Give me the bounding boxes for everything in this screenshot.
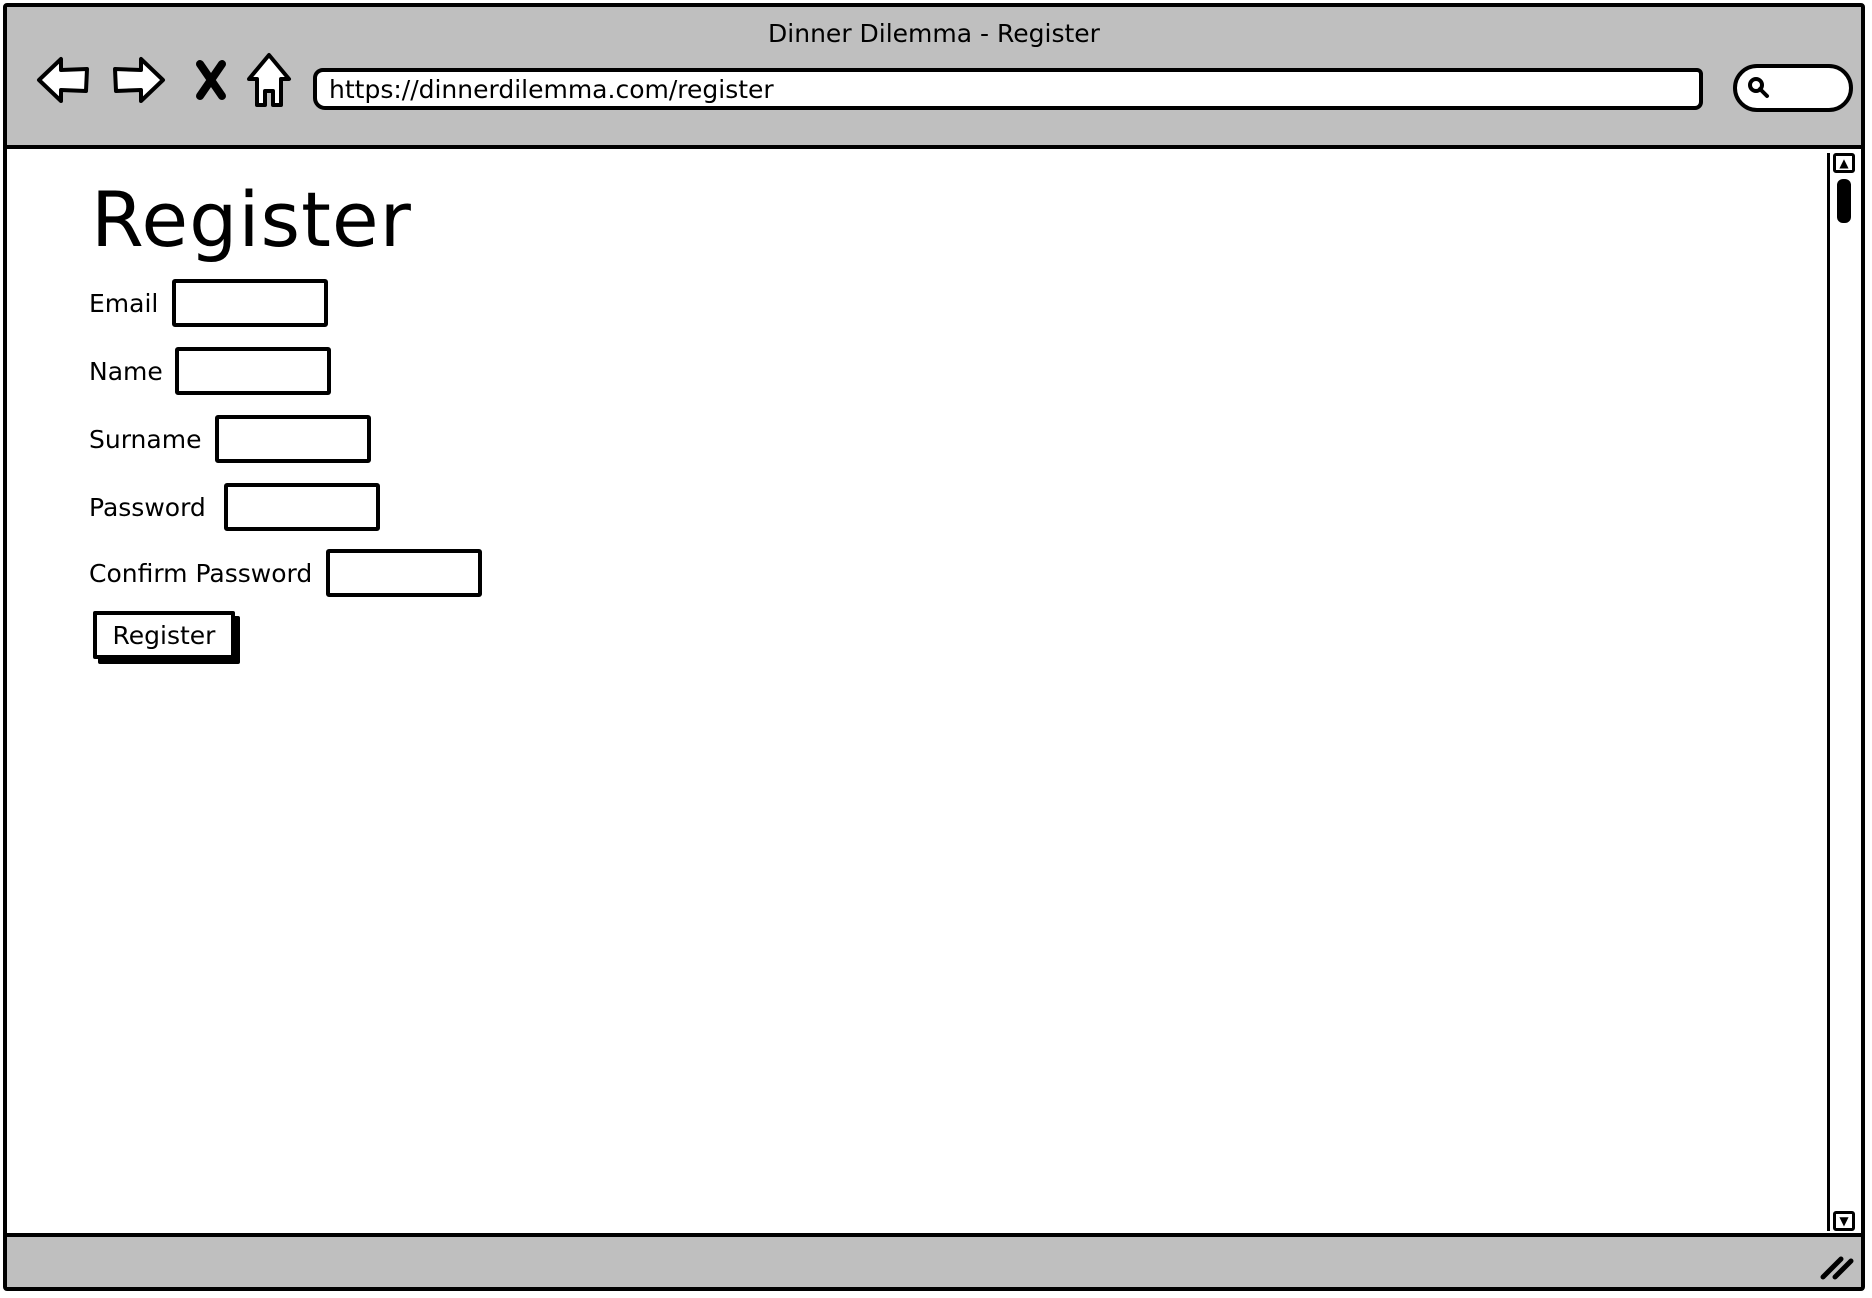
confirm-password-label: Confirm Password (89, 558, 313, 588)
name-row: Name (89, 345, 331, 397)
url-text: https://dinnerdilemma.com/register (329, 74, 774, 104)
arrow-left-icon (37, 57, 89, 103)
search-icon (1748, 77, 1769, 98)
password-field[interactable] (223, 483, 380, 531)
vertical-scrollbar[interactable]: ▲ ▼ (1827, 153, 1859, 1231)
password-row: Password (89, 481, 380, 533)
surname-field[interactable] (215, 415, 372, 463)
back-button[interactable] (35, 51, 91, 109)
home-icon (247, 53, 291, 107)
email-row: Email (89, 277, 329, 329)
browser-window: Dinner Dilemma - Register https://dinner… (3, 3, 1865, 1291)
page-title: Register (91, 175, 412, 264)
scroll-down-button[interactable]: ▼ (1833, 1211, 1855, 1231)
confirm-password-field[interactable] (326, 549, 483, 597)
address-bar[interactable]: https://dinnerdilemma.com/register (313, 68, 1703, 110)
resize-grip[interactable] (1819, 1251, 1855, 1281)
surname-row: Surname (89, 413, 372, 465)
name-field[interactable] (174, 347, 331, 395)
scroll-up-button[interactable]: ▲ (1833, 153, 1855, 173)
arrow-right-icon (113, 57, 165, 103)
home-button[interactable] (241, 51, 297, 109)
confirm-password-row: Confirm Password (89, 547, 483, 599)
stop-button[interactable] (183, 51, 239, 109)
forward-button[interactable] (111, 51, 167, 109)
status-bar (7, 1233, 1861, 1287)
caret-up-icon: ▲ (1839, 156, 1849, 170)
email-field[interactable] (172, 279, 329, 327)
caret-down-icon: ▼ (1839, 1214, 1849, 1228)
window-title: Dinner Dilemma - Register (768, 19, 1100, 48)
surname-label: Surname (89, 424, 202, 454)
register-button[interactable]: Register (93, 611, 235, 659)
name-label: Name (89, 356, 163, 386)
browser-toolbar: Dinner Dilemma - Register https://dinner… (7, 7, 1861, 149)
email-label: Email (89, 288, 159, 318)
password-label: Password (89, 492, 206, 522)
scroll-thumb[interactable] (1837, 179, 1851, 223)
page-content: Register Email Name Surname Password Con… (7, 149, 1861, 1233)
close-icon (196, 60, 226, 100)
search-field[interactable] (1733, 64, 1853, 112)
resize-grip-icon (1820, 1256, 1854, 1280)
